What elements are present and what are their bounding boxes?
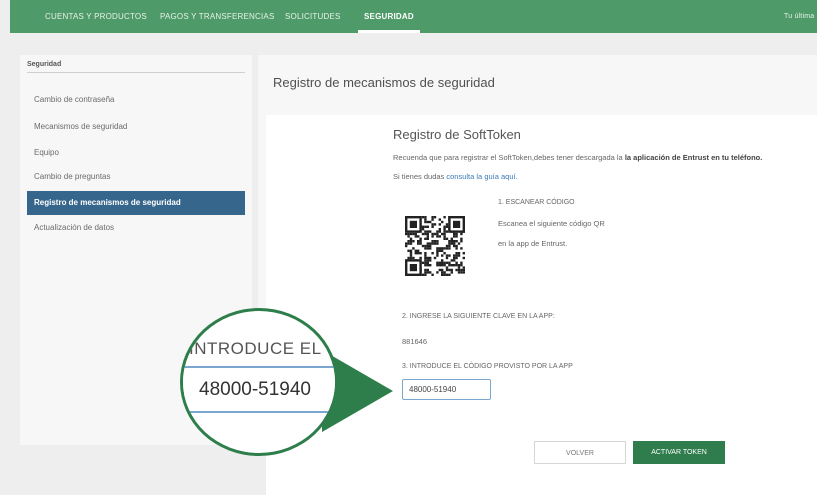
zoom-code-value: 48000-51940 (199, 379, 311, 400)
zoom-label: INTRODUCE EL CÓ (189, 339, 338, 358)
callout-arrow-icon (322, 350, 393, 432)
zoom-callout: INTRODUCE EL CÓ 48000-51940 (180, 308, 338, 456)
zoom-code-field: 48000-51940 (183, 366, 335, 413)
